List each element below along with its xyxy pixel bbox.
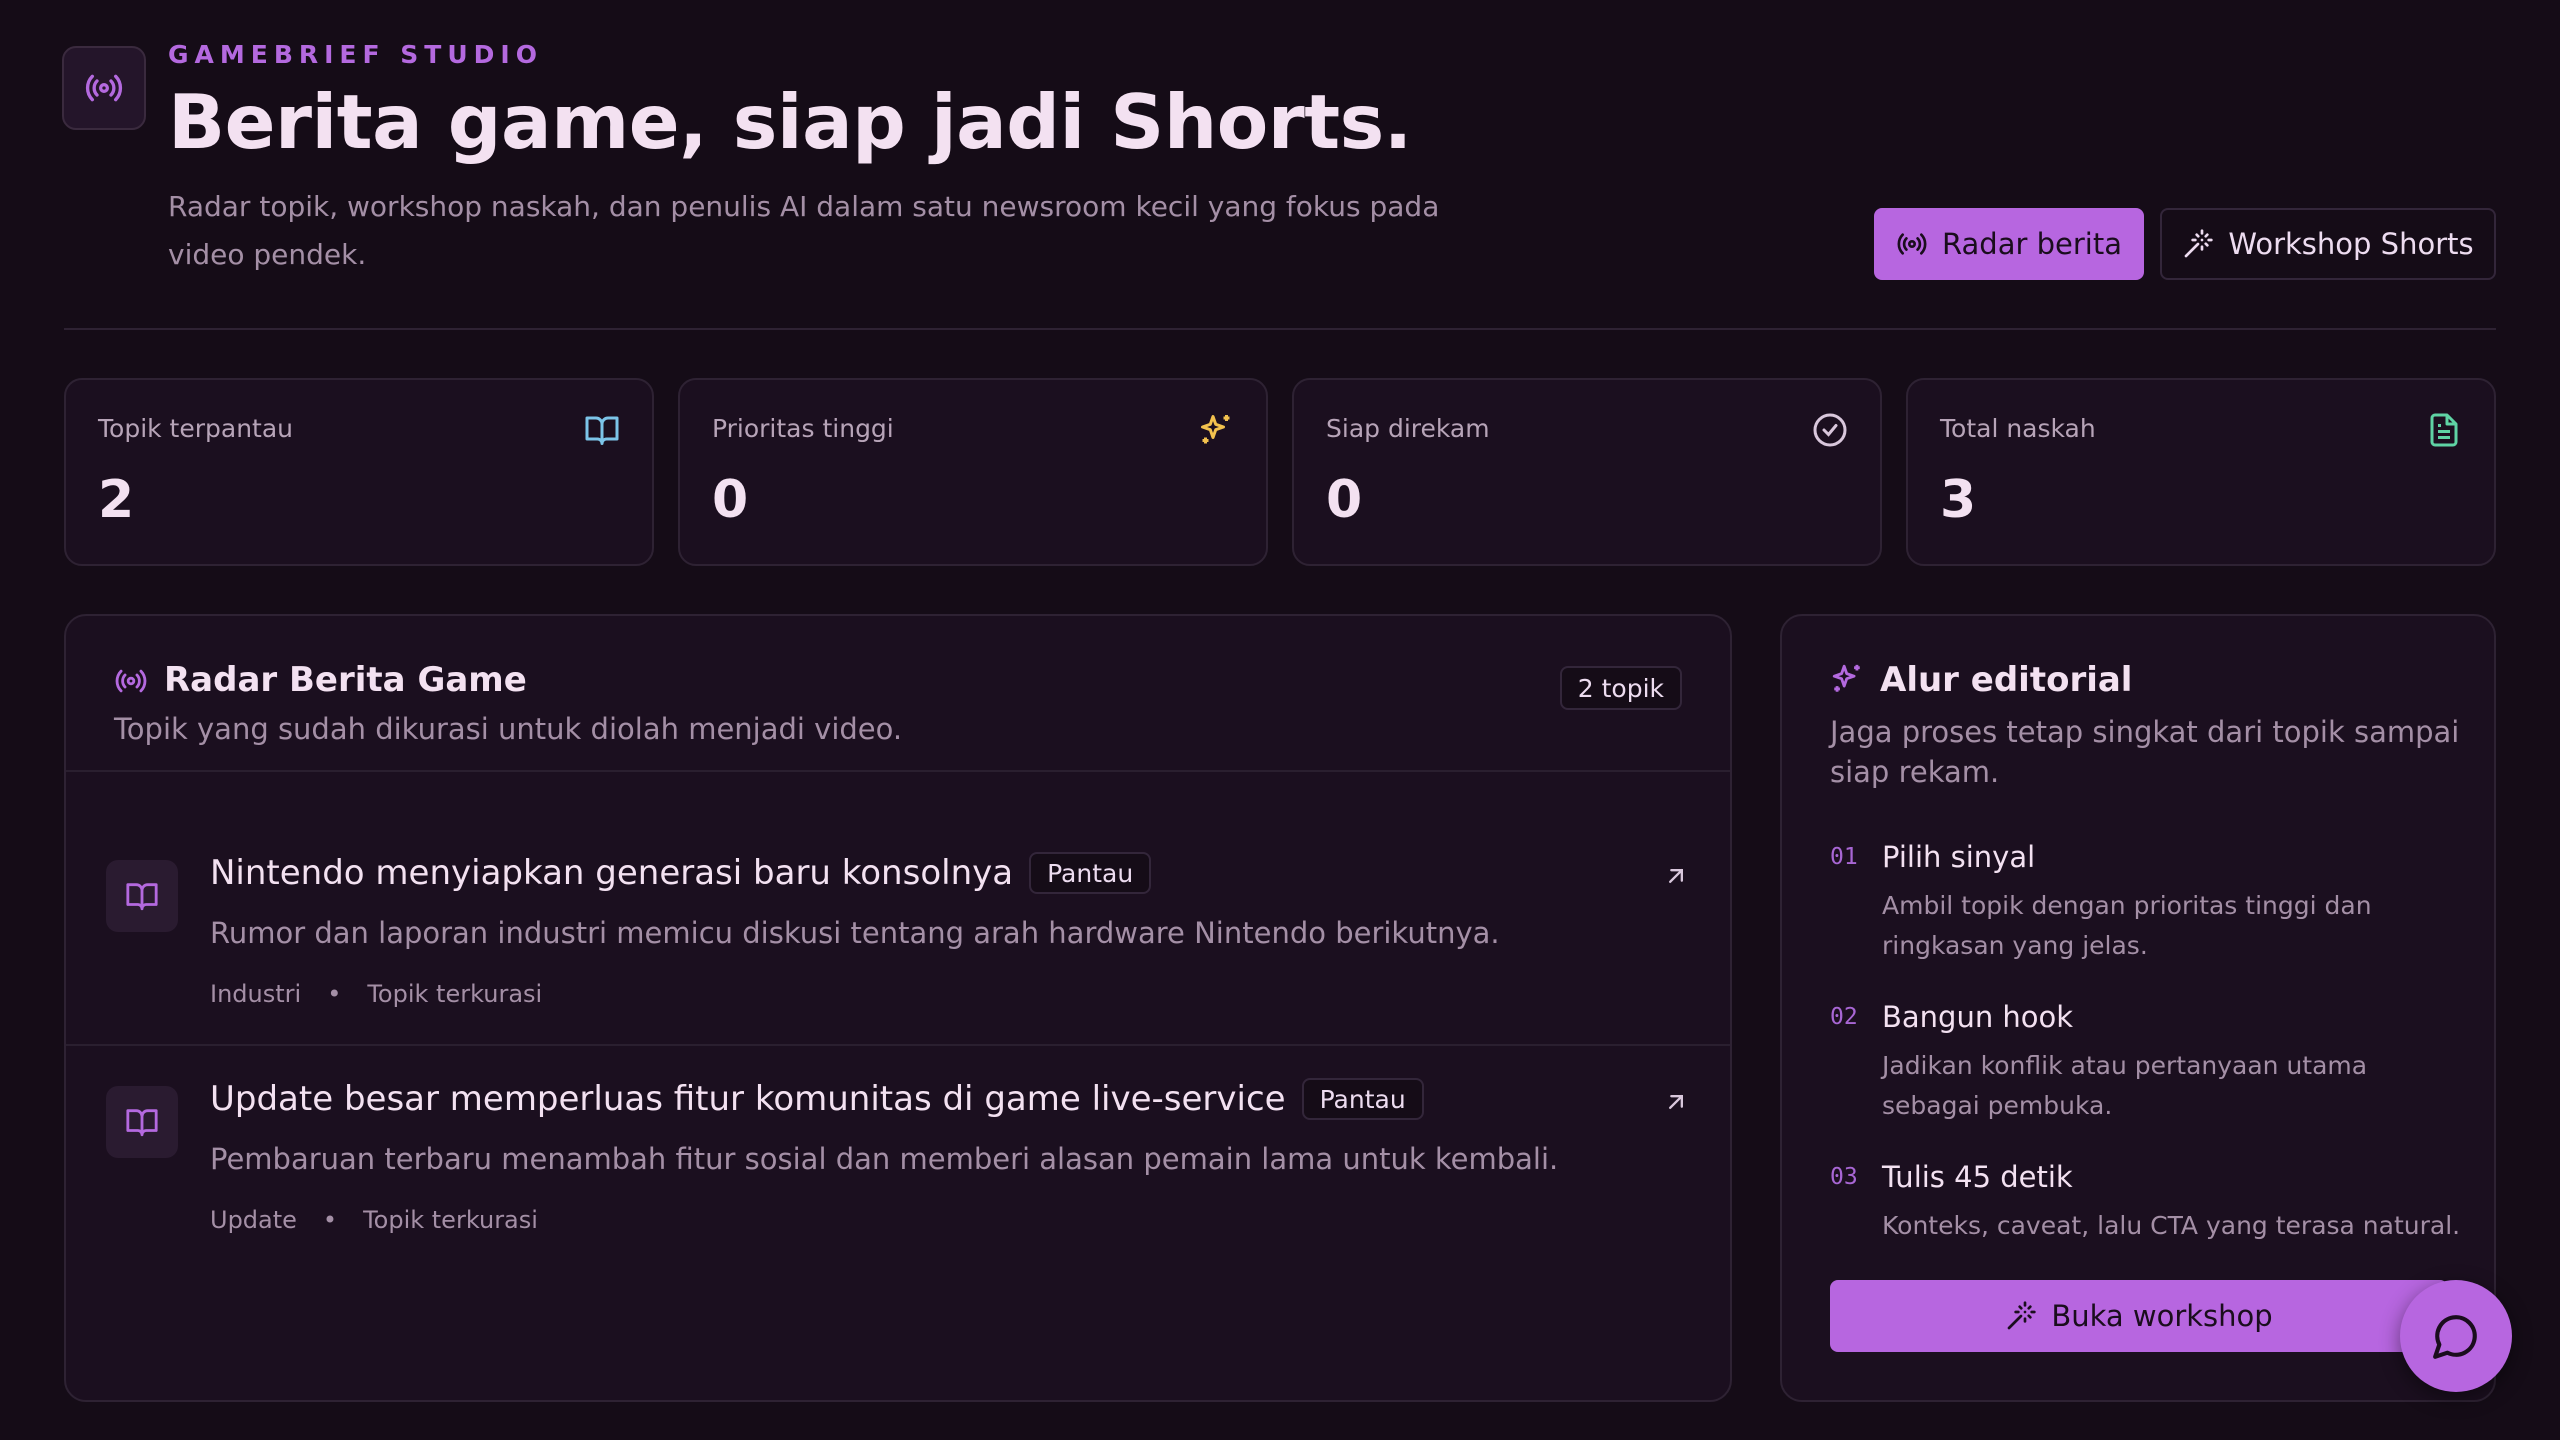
step-title: Pilih sinyal — [1882, 840, 2036, 874]
meta-separator-dot: • — [327, 980, 342, 1008]
radar-berita-label: Radar berita — [1942, 227, 2122, 261]
page: GAMEBRIEF STUDIO Berita game, siap jadi … — [0, 0, 2560, 1440]
news-source: Topik terkurasi — [363, 1206, 538, 1234]
news-title[interactable]: Update besar memperluas fitur komunitas … — [210, 1079, 1286, 1119]
news-category: Industri — [210, 980, 302, 1008]
radar-berita-button[interactable]: Radar berita — [1874, 208, 2144, 280]
magic-wand-icon — [2185, 229, 2214, 258]
news-icon-box — [106, 1086, 178, 1158]
news-item[interactable]: Nintendo menyiapkan generasi baru konsol… — [66, 838, 1730, 1058]
arrow-up-right-icon[interactable] — [1662, 1088, 1690, 1116]
magic-wand-icon — [2007, 1301, 2036, 1330]
sparkles-icon — [1201, 415, 1230, 444]
news-title-row: Nintendo menyiapkan generasi baru konsol… — [210, 852, 1152, 894]
stat-label: Topik terpantau — [98, 414, 294, 443]
stat-value: 0 — [712, 470, 749, 530]
workshop-shorts-button[interactable]: Workshop Shorts — [2160, 208, 2496, 280]
radar-description: Topik yang sudah dikurasi untuk diolah m… — [114, 712, 903, 746]
panel-divider — [66, 770, 1730, 772]
status-badge: Pantau — [1029, 852, 1152, 894]
radar-panel: Radar Berita Game Topik yang sudah dikur… — [64, 614, 1732, 1402]
news-summary: Rumor dan laporan industri memicu diskus… — [210, 916, 1500, 950]
book-open-icon — [126, 1109, 158, 1137]
broadcast-icon — [115, 669, 147, 693]
broadcast-icon — [85, 74, 123, 102]
buka-workshop-label: Buka workshop — [2051, 1299, 2273, 1333]
chat-bubble-icon — [2433, 1315, 2477, 1359]
stat-card-prioritas-tinggi: Prioritas tinggi 0 — [678, 378, 1268, 566]
sparkles-icon — [1832, 664, 1860, 692]
step-number: 03 — [1830, 1164, 1858, 1190]
step-description: Ambil topik dengan prioritas tinggi dan … — [1882, 891, 2372, 960]
news-item[interactable]: Update besar memperluas fitur komunitas … — [66, 1064, 1730, 1284]
stat-value: 3 — [1940, 470, 1977, 530]
step-title: Tulis 45 detik — [1882, 1160, 2073, 1194]
stat-value: 2 — [98, 470, 135, 530]
step-title: Bangun hook — [1882, 1000, 2074, 1034]
news-summary: Pembaruan terbaru menambah fitur sosial … — [210, 1142, 1559, 1176]
broadcast-icon — [1897, 233, 1927, 255]
news-source: Topik terkurasi — [367, 980, 543, 1008]
check-circle-icon — [1813, 413, 1847, 447]
app-logo — [62, 46, 146, 130]
stat-label: Total naskah — [1940, 414, 2096, 443]
radar-title: Radar Berita Game — [164, 660, 527, 700]
step-description: Konteks, caveat, lalu CTA yang terasa na… — [1882, 1211, 2461, 1240]
arrow-up-right-icon[interactable] — [1662, 862, 1690, 890]
item-divider — [66, 1044, 1730, 1046]
page-title: Berita game, siap jadi Shorts. — [168, 78, 1412, 166]
buka-workshop-button[interactable]: Buka workshop — [1830, 1280, 2448, 1352]
page-subtitle: Radar topik, workshop naskah, dan penuli… — [168, 190, 1440, 271]
step-number: 02 — [1830, 1004, 1858, 1030]
stat-card-topik-terpantau: Topik terpantau 2 — [64, 378, 654, 566]
header-divider — [64, 328, 2496, 330]
meta-separator-dot: • — [322, 1206, 338, 1234]
news-meta: Update • Topik terkurasi — [210, 1206, 538, 1234]
news-title[interactable]: Nintendo menyiapkan generasi baru konsol… — [210, 853, 1013, 893]
editorial-panel: Alur editorial Jaga proses tetap singkat… — [1780, 614, 2496, 1402]
topic-count-badge: 2 topik — [1559, 666, 1682, 710]
status-badge: Pantau — [1301, 1078, 1424, 1120]
step-description: Jadikan konflik atau pertanyaan utama se… — [1882, 1051, 2368, 1120]
news-meta: Industri • Topik terkurasi — [210, 980, 542, 1008]
stat-value: 0 — [1326, 470, 1363, 530]
stat-label: Siap direkam — [1326, 414, 1490, 443]
brand-eyebrow: GAMEBRIEF STUDIO — [168, 40, 543, 69]
stat-label: Prioritas tinggi — [712, 414, 894, 443]
news-title-row: Update besar memperluas fitur komunitas … — [210, 1078, 1424, 1120]
file-text-icon — [2430, 413, 2458, 447]
workshop-shorts-label: Workshop Shorts — [2228, 227, 2474, 261]
news-icon-box — [106, 860, 178, 932]
news-category: Update — [210, 1206, 297, 1234]
editorial-description: Jaga proses tetap singkat dari topik sam… — [1830, 715, 2460, 789]
chat-button[interactable] — [2400, 1280, 2512, 1392]
stat-card-siap-direkam: Siap direkam 0 — [1292, 378, 1882, 566]
editorial-title: Alur editorial — [1880, 660, 2133, 700]
step-number: 01 — [1830, 844, 1858, 870]
book-open-icon — [585, 416, 619, 445]
book-open-icon — [126, 883, 158, 911]
stat-card-total-naskah: Total naskah 3 — [1906, 378, 2496, 566]
